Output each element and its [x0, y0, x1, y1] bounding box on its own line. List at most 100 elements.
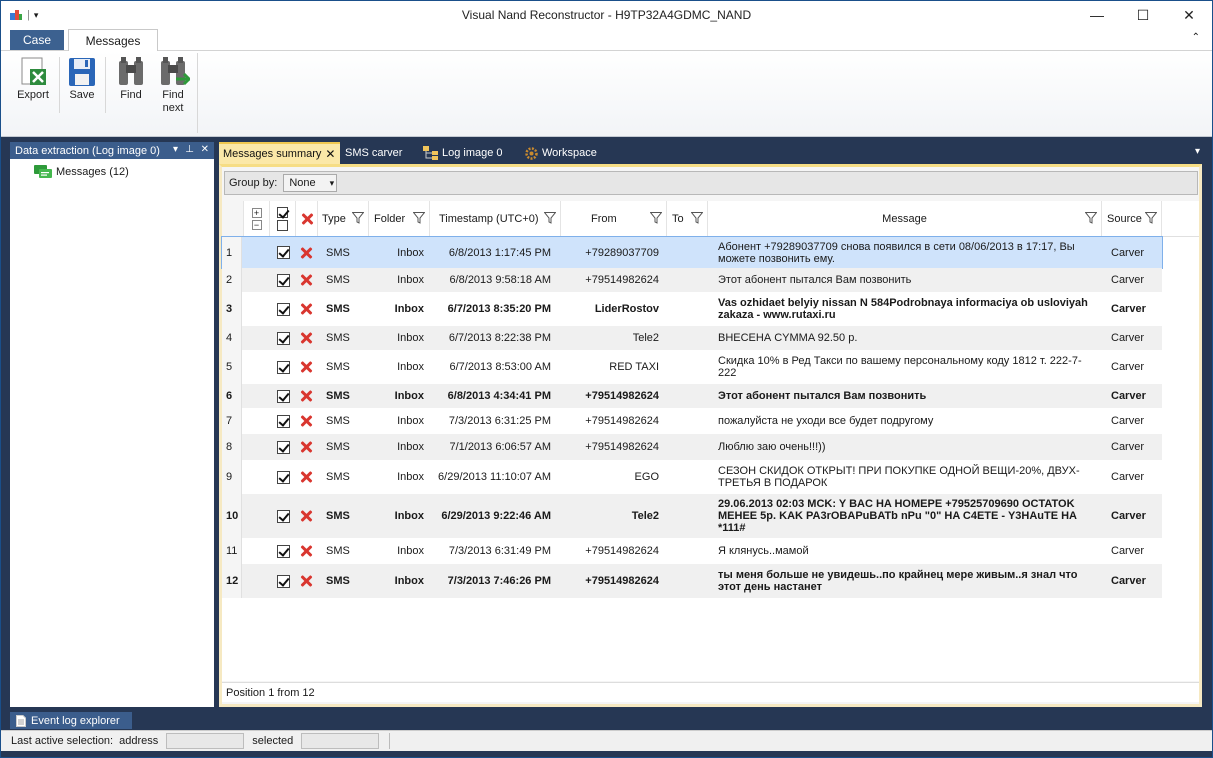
table-row[interactable]: 4 SMS Inbox 6/7/2013 8:22:38 PM Tele2 ВНЕСЕНА… [222, 326, 1162, 350]
panel-dropdown-icon[interactable]: ▾ [173, 144, 178, 155]
tab-list-menu-icon[interactable]: ▾ [1195, 146, 1200, 157]
row-checkbox[interactable] [277, 538, 291, 564]
row-delete-icon[interactable] [300, 564, 314, 598]
tab-messages-summary[interactable]: Messages summary ✕ [219, 142, 340, 164]
row-checkbox[interactable] [277, 268, 291, 292]
check-all-icon[interactable] [277, 207, 288, 218]
table-row[interactable]: 7 SMS Inbox 7/3/2013 6:31:25 PM +79514982624… [222, 408, 1162, 434]
checkbox-icon[interactable] [277, 273, 290, 287]
delete-icon[interactable] [300, 415, 312, 427]
row-checkbox[interactable] [277, 326, 291, 350]
table-row[interactable]: 3 SMS Inbox 6/7/2013 8:35:20 PM LiderRostov V… [222, 292, 1162, 326]
minimize-button[interactable]: — [1074, 1, 1120, 29]
tab-workspace[interactable]: Workspace [521, 142, 601, 164]
delete-icon[interactable] [300, 441, 312, 453]
delete-icon[interactable] [300, 471, 312, 483]
col-timestamp[interactable]: Timestamp (UTC+0) [430, 201, 561, 237]
checkbox-icon[interactable] [277, 360, 290, 374]
delete-icon[interactable] [300, 274, 312, 286]
delete-icon[interactable] [300, 332, 312, 344]
row-checkbox[interactable] [277, 564, 291, 598]
checkbox-icon[interactable] [277, 302, 290, 316]
uncheck-all-icon[interactable] [277, 220, 288, 231]
row-delete-icon[interactable] [300, 408, 314, 434]
ribbon-collapse-icon[interactable]: ⌃ [1192, 32, 1200, 43]
table-row[interactable]: 8 SMS Inbox 7/1/2013 6:06:57 AM +79514982624… [222, 434, 1162, 460]
row-delete-icon[interactable] [300, 384, 314, 408]
export-button[interactable]: Export [13, 55, 53, 101]
row-checkbox[interactable] [277, 494, 291, 538]
row-checkbox[interactable] [277, 408, 291, 434]
checkbox-icon[interactable] [277, 544, 290, 558]
row-checkbox[interactable] [277, 350, 291, 384]
checkbox-icon[interactable] [277, 414, 290, 428]
table-row[interactable]: 12 SMS Inbox 7/3/2013 7:46:26 PM +7951498262… [222, 564, 1162, 598]
row-checkbox[interactable] [277, 237, 291, 268]
delete-icon[interactable] [300, 303, 312, 315]
filter-icon[interactable] [1145, 212, 1157, 224]
checkbox-icon[interactable] [277, 509, 290, 523]
filter-icon[interactable] [352, 212, 364, 224]
table-row[interactable]: 11 SMS Inbox 7/3/2013 6:31:49 PM +7951498262… [222, 538, 1162, 564]
find-next-button[interactable]: Find next [153, 55, 193, 115]
collapse-all-icon[interactable]: − [251, 220, 262, 230]
checkbox-icon[interactable] [277, 331, 290, 345]
filter-icon[interactable] [650, 212, 662, 224]
col-folder[interactable]: Folder [369, 201, 430, 237]
delete-icon[interactable] [300, 575, 312, 587]
delete-icon[interactable] [300, 361, 312, 373]
checkbox-icon[interactable] [277, 389, 290, 403]
table-row[interactable]: 9 SMS Inbox 6/29/2013 11:10:07 AM EGO СЕЗОН С… [222, 460, 1162, 494]
checkbox-icon[interactable] [277, 246, 290, 259]
row-delete-icon[interactable] [300, 268, 314, 292]
row-checkbox[interactable] [277, 460, 291, 494]
row-delete-icon[interactable] [300, 237, 314, 268]
filter-icon[interactable] [544, 212, 556, 224]
delete-icon[interactable] [300, 545, 312, 557]
close-button[interactable]: ✕ [1166, 1, 1212, 29]
pin-icon[interactable]: ⊥ [185, 144, 194, 155]
checkbox-icon[interactable] [277, 470, 290, 484]
ribbon-tab-messages[interactable]: Messages [68, 29, 158, 52]
row-delete-icon[interactable] [300, 494, 314, 538]
tab-close-icon[interactable]: ✕ [325, 147, 335, 161]
row-delete-icon[interactable] [300, 538, 314, 564]
row-checkbox[interactable] [277, 434, 291, 460]
tree-item-messages[interactable]: Messages (12) [10, 159, 214, 179]
table-row[interactable]: 1 SMS Inbox 6/8/2013 1:17:45 PM +79289037709… [221, 236, 1163, 269]
select-all-header[interactable] [270, 201, 296, 237]
row-delete-icon[interactable] [300, 350, 314, 384]
row-checkbox[interactable] [277, 292, 291, 326]
checkbox-icon[interactable] [277, 574, 290, 588]
table-row[interactable]: 10 SMS Inbox 6/29/2013 9:22:46 AM Tele2 29.06… [222, 494, 1162, 538]
expand-all-icon[interactable]: + [251, 208, 262, 218]
col-type[interactable]: Type [318, 201, 369, 237]
col-message[interactable]: Message [708, 201, 1102, 237]
row-delete-icon[interactable] [300, 292, 314, 326]
filter-icon[interactable] [413, 212, 425, 224]
table-row[interactable]: 6 SMS Inbox 6/8/2013 4:34:41 PM +79514982624… [222, 384, 1162, 408]
tab-sms-carver[interactable]: SMS carver [341, 142, 406, 164]
col-from[interactable]: From [561, 201, 667, 237]
tab-log-image[interactable]: Log image 0 [419, 142, 507, 164]
save-button[interactable]: Save [63, 55, 101, 101]
event-log-explorer-tab[interactable]: Event log explorer [10, 712, 132, 729]
table-row[interactable]: 2 SMS Inbox 6/8/2013 9:58:18 AM +79514982624… [222, 268, 1162, 292]
close-icon[interactable]: ✕ [201, 144, 209, 155]
maximize-button[interactable]: ☐ [1120, 1, 1166, 29]
row-delete-icon[interactable] [300, 434, 314, 460]
delete-icon[interactable] [300, 510, 312, 522]
expand-collapse-header[interactable]: + − [244, 201, 270, 237]
row-checkbox[interactable] [277, 384, 291, 408]
delete-icon[interactable] [300, 247, 312, 259]
group-by-select[interactable]: None ▾ [283, 174, 338, 192]
col-to[interactable]: To [667, 201, 708, 237]
find-button[interactable]: Find [113, 55, 149, 101]
ribbon-tab-case[interactable]: Case [10, 30, 64, 50]
filter-icon[interactable] [691, 212, 703, 224]
delete-icon[interactable] [300, 390, 312, 402]
filter-icon[interactable] [1085, 212, 1097, 224]
col-source[interactable]: Source [1102, 201, 1162, 237]
table-row[interactable]: 5 SMS Inbox 6/7/2013 8:53:00 AM RED TAXI Скид… [222, 350, 1162, 384]
row-delete-icon[interactable] [300, 460, 314, 494]
